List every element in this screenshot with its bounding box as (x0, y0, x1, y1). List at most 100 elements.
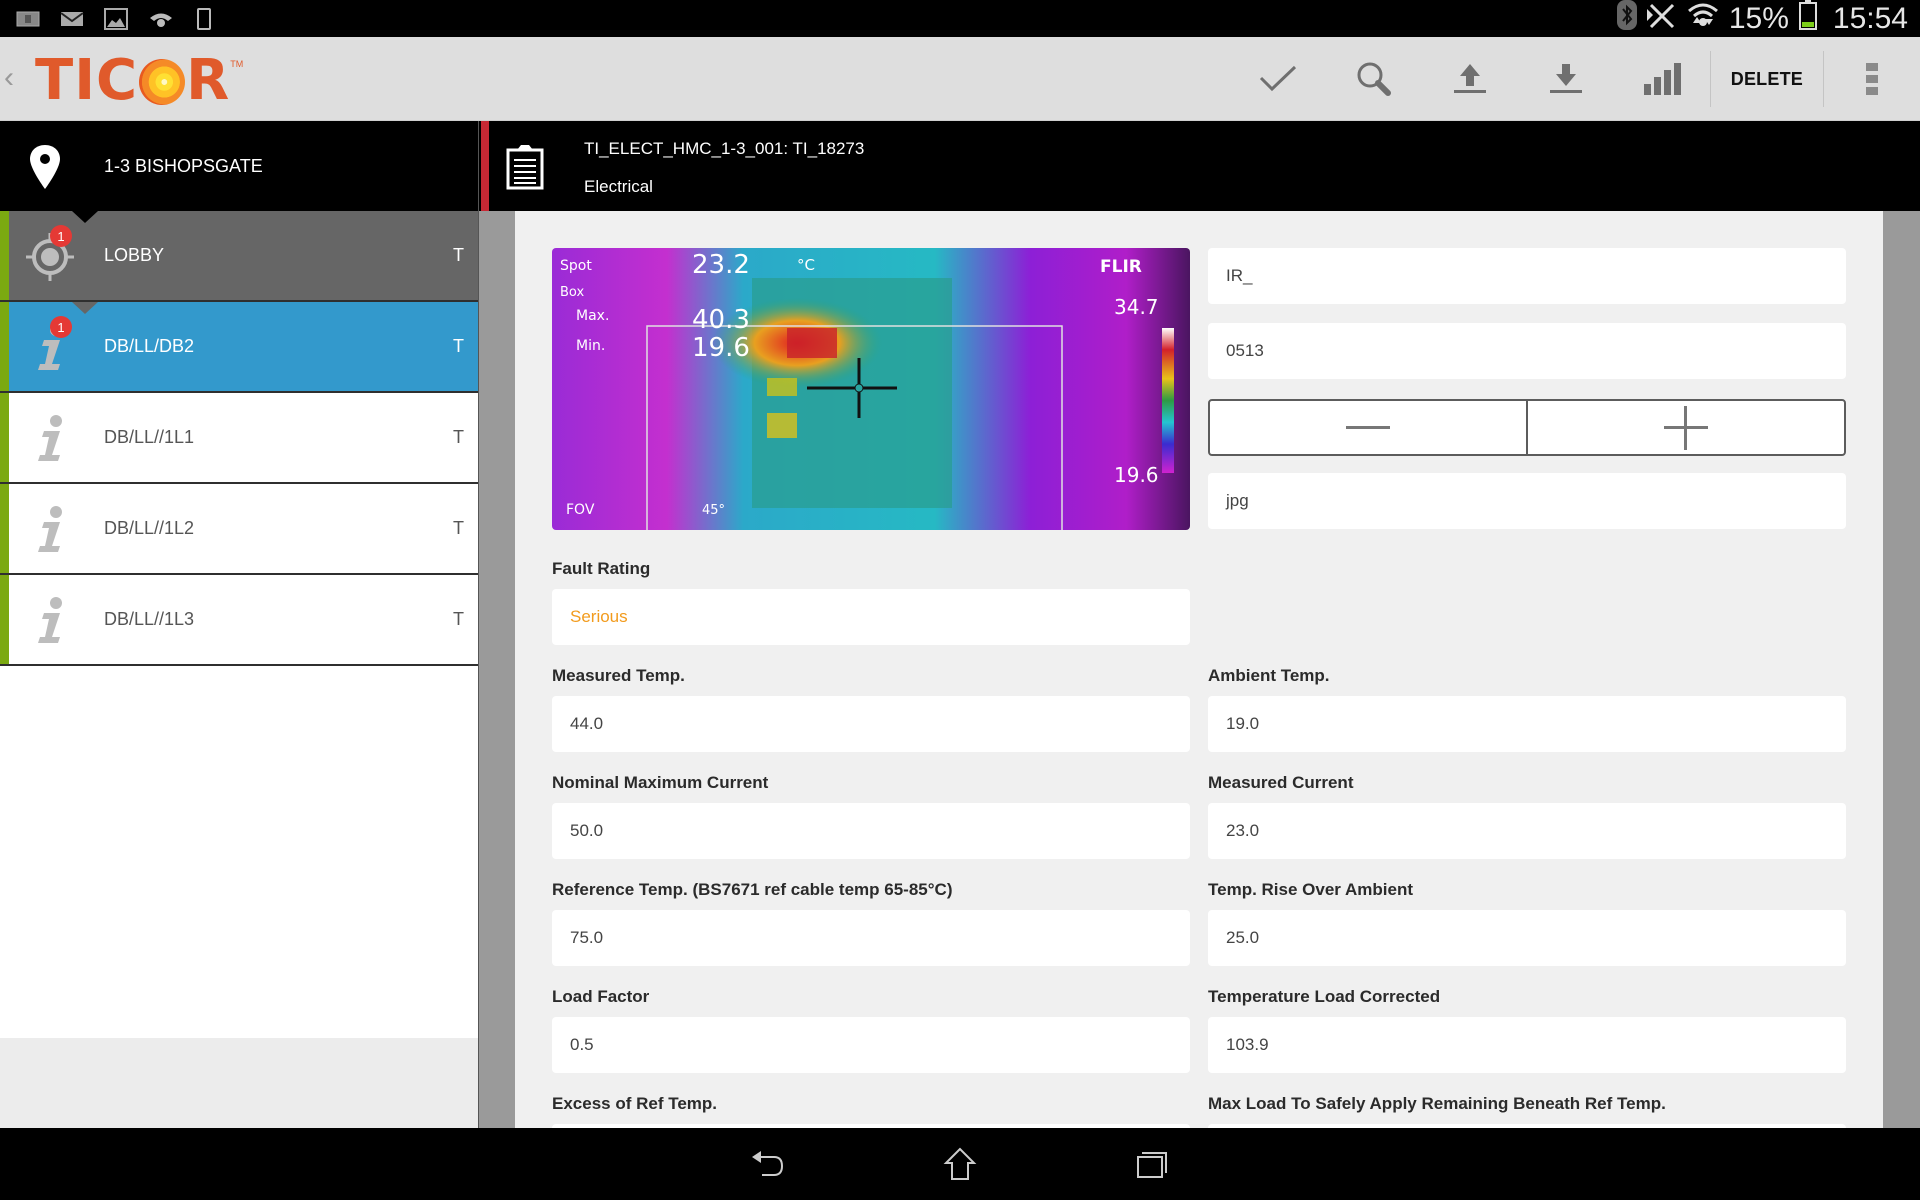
recents-button[interactable] (1122, 1140, 1182, 1188)
signal-bars-icon (1643, 63, 1681, 95)
load-factor-label: Load Factor (552, 987, 650, 1006)
battery-percent: 15% (1728, 1, 1789, 35)
list-item-1l3[interactable]: DB/LL//1L3 T (0, 575, 478, 666)
search-button[interactable] (1326, 37, 1422, 121)
max-load-safe-label: Max Load To Safely Apply Remaining Benea… (1208, 1094, 1666, 1113)
info-icon (24, 504, 76, 556)
bluetooth-icon (1616, 0, 1637, 38)
download-button[interactable] (1518, 37, 1614, 121)
list-item-lobby[interactable]: 1 LOBBY T (0, 211, 478, 302)
scale-max: 34.7 (1114, 295, 1159, 319)
info-notification-icon (16, 9, 40, 29)
inspection-type: Electrical (584, 177, 653, 196)
logo-text-right: R (186, 47, 231, 113)
list-item-label: DB/LL//1L2 (104, 518, 195, 538)
ticor-logo[interactable]: TIC R TM (35, 48, 243, 113)
status-bar-indicator (0, 484, 9, 573)
back-icon (752, 1151, 784, 1176)
flir-brand: FLIR (1100, 257, 1142, 277)
spot-value: 23.2 (692, 250, 750, 280)
no-signal-icon (1646, 1, 1677, 37)
selection-notch (72, 211, 98, 223)
image-extension-field[interactable]: jpg (1208, 473, 1846, 529)
list-item-label: DB/LL//1L1 (104, 427, 195, 447)
list-item-tag: T (453, 336, 464, 356)
warm-spot (767, 413, 797, 438)
image-prefix-field[interactable]: IR_ (1208, 248, 1846, 304)
image-number-stepper (1208, 399, 1846, 456)
fov-label: FOV (566, 502, 595, 518)
upload-button[interactable] (1422, 37, 1518, 121)
missed-call-icon (148, 9, 172, 29)
logo-core-icon (139, 59, 186, 105)
delete-button[interactable]: DELETE (1711, 37, 1823, 121)
phone-device-icon (192, 8, 216, 30)
clipboard-icon (506, 145, 544, 190)
wifi-icon (1687, 1, 1719, 37)
measured-current-label: Measured Current (1208, 773, 1354, 792)
scale-bar (1162, 328, 1174, 473)
list-item-db2[interactable]: 1 DB/LL/DB2 T (0, 302, 478, 393)
load-factor-field[interactable]: 0.5 (552, 1017, 1190, 1073)
save-button[interactable] (1230, 37, 1326, 121)
search-icon (1357, 62, 1391, 96)
location-pin-icon (30, 145, 60, 189)
clock: 15:54 (1832, 1, 1908, 35)
max-label: Max. (576, 308, 609, 324)
max-value: 40.3 (692, 305, 750, 335)
overflow-menu-button[interactable] (1824, 37, 1920, 121)
temp-rise-label: Temp. Rise Over Ambient (1208, 880, 1413, 899)
scrollbar-track[interactable] (1883, 211, 1920, 1128)
temp-rise-field[interactable]: 25.0 (1208, 910, 1846, 966)
selection-notch (72, 302, 98, 314)
status-bar: 15% 15:54 (0, 0, 1920, 37)
location-name: 1-3 BISHOPSGATE (104, 156, 263, 176)
recents-icon (1137, 1152, 1167, 1178)
fault-rating-select[interactable]: Serious (552, 589, 1190, 645)
sidebar-footer (0, 1038, 478, 1128)
spot-label: Spot (560, 258, 592, 274)
reference-temp-field[interactable]: 75.0 (552, 910, 1190, 966)
warm-spot (767, 378, 797, 396)
status-bar-indicator (0, 575, 9, 664)
list-item-1l1[interactable]: DB/LL//1L1 T (0, 393, 478, 484)
decrement-button[interactable] (1210, 401, 1526, 454)
notification-badge: 1 (50, 316, 72, 338)
status-bar-indicator (0, 302, 9, 391)
action-bar: ‹ TIC R TM DELETE (0, 37, 1920, 121)
measured-current-field[interactable]: 23.0 (1208, 803, 1846, 859)
measured-temp-field[interactable]: 44.0 (552, 696, 1190, 752)
list-item-1l2[interactable]: DB/LL//1L2 T (0, 484, 478, 575)
back-chevron-icon[interactable]: ‹ (4, 61, 14, 95)
info-icon (24, 413, 76, 465)
sidebar: 1-3 BISHOPSGATE 1 LOBBY T 1 DB/LL/DB2 T (0, 121, 479, 1128)
nominal-max-current-field[interactable]: 50.0 (552, 803, 1190, 859)
stats-button[interactable] (1614, 37, 1710, 121)
image-number-field[interactable]: 0513 (1208, 323, 1846, 379)
asset-list: 1 LOBBY T 1 DB/LL/DB2 T DB/LL//1L1 T DB/… (0, 211, 478, 666)
crosshair-center (854, 383, 864, 393)
list-item-tag: T (453, 609, 464, 629)
excess-ref-temp-label: Excess of Ref Temp. (552, 1094, 718, 1113)
upload-icon (1453, 64, 1486, 93)
detail-pane: TI_ELECT_HMC_1-3_001: TI_18273 Electrica… (479, 121, 1920, 1128)
list-item-label: DB/LL//1L3 (104, 609, 195, 629)
back-button[interactable] (738, 1140, 798, 1188)
ambient-temp-label: Ambient Temp. (1208, 666, 1330, 685)
home-button[interactable] (930, 1140, 990, 1188)
more-vert-icon (1866, 63, 1878, 95)
ambient-temp-field[interactable]: 19.0 (1208, 696, 1846, 752)
logo-text-left: TIC (35, 47, 139, 113)
thermal-image[interactable]: Spot 23.2 °C Box Max. 40.3 Min. 19.6 FLI… (552, 248, 1190, 530)
temp-load-corrected-field[interactable]: 103.9 (1208, 1017, 1846, 1073)
increment-button[interactable] (1526, 401, 1844, 454)
form-scroll-area[interactable]: Spot 23.2 °C Box Max. 40.3 Min. 19.6 FLI… (515, 211, 1883, 1128)
location-header[interactable]: 1-3 BISHOPSGATE (0, 121, 478, 211)
temp-load-corrected-label: Temperature Load Corrected (1208, 987, 1441, 1006)
list-item-label: DB/LL/DB2 (104, 336, 195, 356)
min-value: 19.6 (692, 333, 750, 363)
minus-icon (1346, 425, 1390, 429)
box-label: Box (560, 285, 584, 300)
reference-temp-label: Reference Temp. (BS7671 ref cable temp 6… (552, 880, 953, 899)
plus-icon (1664, 405, 1708, 450)
